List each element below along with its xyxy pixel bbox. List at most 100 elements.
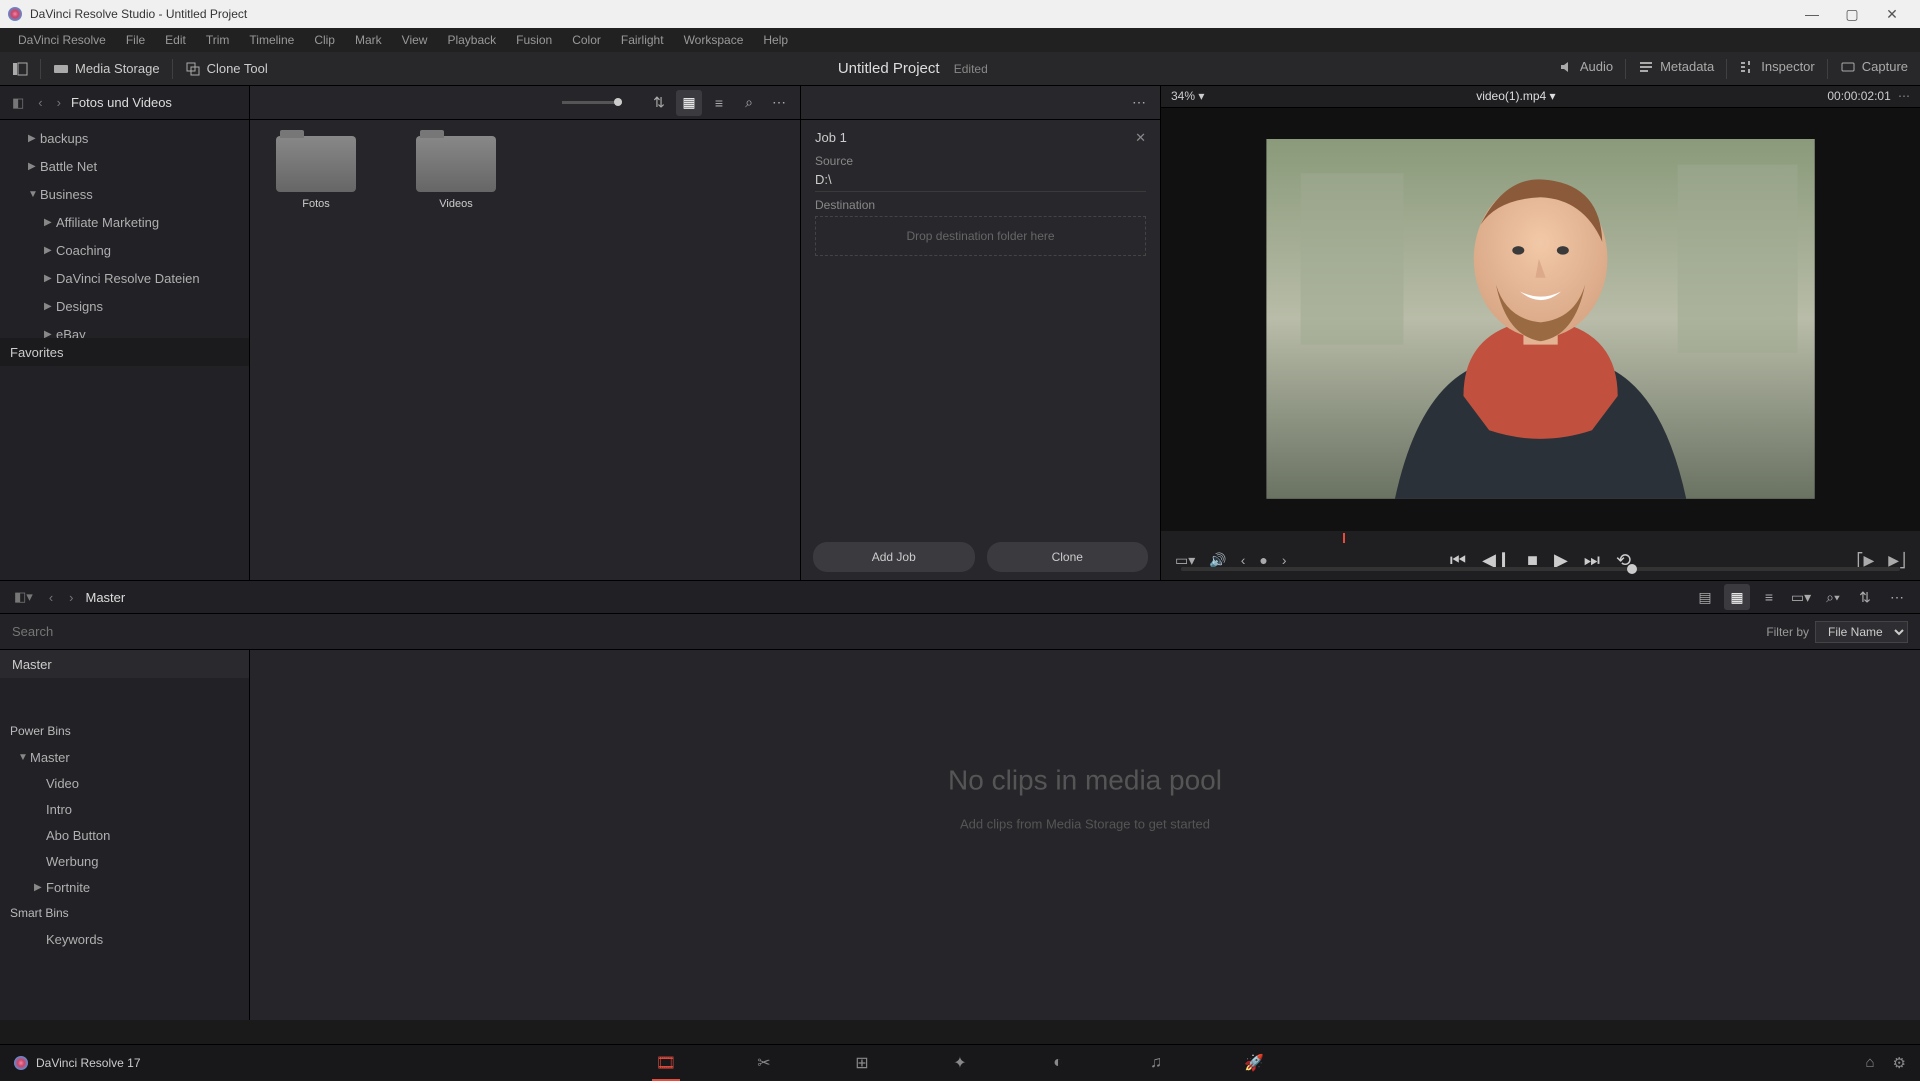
clone-options[interactable]: ⋯ (1126, 90, 1152, 116)
view-list2[interactable]: ≡ (1756, 584, 1782, 610)
chevron-down-icon: ▼ (18, 752, 30, 763)
options-menu[interactable]: ⋯ (766, 90, 792, 116)
destination-label: Destination (815, 198, 1146, 212)
layout-toggle[interactable] (0, 52, 40, 85)
menu-item[interactable]: Fusion (506, 33, 562, 47)
menu-item[interactable]: Workspace (674, 33, 754, 47)
viewer-canvas[interactable] (1161, 108, 1920, 531)
filter-label: Filter by (1766, 625, 1809, 639)
pool-nav-forward[interactable]: › (65, 590, 77, 605)
viewer-filename[interactable]: video(1).mp4 ▾ (1476, 89, 1555, 103)
bin-item[interactable]: ▼Master (0, 744, 249, 770)
prev-edit[interactable]: ‹ (1241, 552, 1246, 569)
bin-item[interactable]: Video (0, 770, 249, 796)
viewer-menu[interactable]: ⋯ (1898, 89, 1910, 103)
view-thumbs[interactable]: ▦ (1724, 584, 1750, 610)
tree-item[interactable]: ▶Battle Net (0, 152, 249, 180)
menu-item[interactable]: DaVinci Resolve (8, 33, 116, 47)
menu-item[interactable]: Playback (437, 33, 506, 47)
thumbnail-size-slider[interactable] (562, 101, 622, 104)
add-job-button[interactable]: Add Job (813, 542, 975, 572)
audio-panel-button[interactable]: Audio (1546, 59, 1625, 75)
clone-tool-button[interactable]: Clone Tool (173, 52, 280, 85)
source-path[interactable]: D:\ (815, 168, 1146, 192)
menu-item[interactable]: Trim (196, 33, 240, 47)
view-strip[interactable]: ▤ (1692, 584, 1718, 610)
page-cut[interactable]: ✂ (746, 1045, 782, 1081)
window-maximize[interactable]: ▢ (1832, 6, 1872, 23)
window-minimize[interactable]: — (1792, 6, 1832, 22)
tree-item[interactable]: ▶eBay (0, 320, 249, 338)
search-button[interactable]: ⌕ (736, 90, 762, 116)
bin-item[interactable]: Werbung (0, 848, 249, 874)
page-media[interactable]: 🎞 (648, 1045, 684, 1081)
folder-item[interactable]: Fotos (266, 136, 366, 564)
audio-toggle[interactable]: 🔊 (1209, 552, 1226, 569)
tree-item[interactable]: ▼Business (0, 180, 249, 208)
inspector-panel-button[interactable]: Inspector (1727, 59, 1826, 75)
sort-button[interactable]: ⇅ (646, 90, 672, 116)
page-fairlight[interactable]: ♫ (1138, 1045, 1174, 1081)
close-job[interactable]: ✕ (1135, 130, 1146, 146)
pool-breadcrumb[interactable]: Master (86, 590, 126, 605)
filter-field-select[interactable]: File Name (1815, 621, 1908, 643)
tree-item[interactable]: ▶Affiliate Marketing (0, 208, 249, 236)
destination-dropzone[interactable]: Drop destination folder here (815, 216, 1146, 256)
pool-options[interactable]: ⋯ (1884, 584, 1910, 610)
bin-item[interactable]: Intro (0, 796, 249, 822)
page-fusion[interactable]: ✦ (942, 1045, 978, 1081)
media-storage-button[interactable]: Media Storage (41, 52, 172, 85)
menu-item[interactable]: Timeline (239, 33, 304, 47)
page-color[interactable]: ◐ (1040, 1045, 1076, 1081)
capture-panel-button[interactable]: Capture (1828, 59, 1920, 75)
scrub-bar[interactable] (1161, 531, 1920, 540)
view-thumbnails[interactable]: ▦ (676, 90, 702, 116)
tree-item[interactable]: ▶backups (0, 124, 249, 152)
page-deliver[interactable]: 🚀 (1236, 1045, 1272, 1081)
nav-forward[interactable]: › (53, 95, 65, 110)
bin-master[interactable]: Master (0, 650, 249, 678)
favorites-header[interactable]: Favorites (0, 338, 249, 366)
pool-sidebar-toggle[interactable]: ◧▾ (10, 589, 37, 605)
chevron-right-icon: ▶ (44, 273, 56, 284)
pool-nav-back[interactable]: ‹ (45, 590, 57, 605)
mark-out[interactable]: ▶⎦ (1888, 552, 1906, 569)
pool-empty-hint: Add clips from Media Storage to get star… (948, 817, 1222, 832)
tree-item[interactable]: ▶DaVinci Resolve Dateien (0, 264, 249, 292)
menu-item[interactable]: Mark (345, 33, 392, 47)
match-frame[interactable]: ▭▾ (1175, 552, 1195, 569)
job-title: Job 1 (815, 130, 847, 146)
jog-wheel[interactable] (1181, 567, 1900, 571)
nav-back[interactable]: ‹ (34, 95, 46, 110)
window-close[interactable]: ✕ (1872, 6, 1912, 23)
zoom-level[interactable]: 34% ▾ (1171, 89, 1204, 103)
clone-button[interactable]: Clone (987, 542, 1149, 572)
pool-search-input[interactable] (12, 624, 1754, 639)
menu-item[interactable]: Fairlight (611, 33, 674, 47)
menu-item[interactable]: Clip (304, 33, 345, 47)
pool-search[interactable]: ⌕▾ (1820, 584, 1846, 610)
home-button[interactable]: ⌂ (1865, 1054, 1874, 1072)
pool-sort[interactable]: ⇅ (1852, 584, 1878, 610)
metadata-panel-button[interactable]: Metadata (1626, 59, 1726, 75)
sidebar-toggle[interactable]: ◧ (8, 95, 28, 111)
mark-in[interactable]: ⎡▶ (1856, 552, 1874, 569)
view-split[interactable]: ▭▾ (1788, 584, 1814, 610)
tree-item[interactable]: ▶Designs (0, 292, 249, 320)
menu-item[interactable]: Edit (155, 33, 196, 47)
tree-item[interactable]: ▶Coaching (0, 236, 249, 264)
menu-item[interactable]: Color (562, 33, 611, 47)
menu-item[interactable]: View (392, 33, 438, 47)
bin-item[interactable]: ▶Fortnite (0, 874, 249, 900)
next-edit[interactable]: › (1282, 552, 1287, 569)
folder-item[interactable]: Videos (406, 136, 506, 564)
page-edit[interactable]: ⊞ (844, 1045, 880, 1081)
bin-item[interactable]: Abo Button (0, 822, 249, 848)
settings-button[interactable]: ⚙ (1893, 1054, 1906, 1072)
view-list[interactable]: ≡ (706, 90, 732, 116)
menu-item[interactable]: Help (753, 33, 798, 47)
bin-item[interactable]: Keywords (0, 926, 249, 952)
media-pool[interactable]: No clips in media pool Add clips from Me… (250, 650, 1920, 1020)
menu-item[interactable]: File (116, 33, 155, 47)
marker[interactable]: ● (1259, 552, 1267, 569)
